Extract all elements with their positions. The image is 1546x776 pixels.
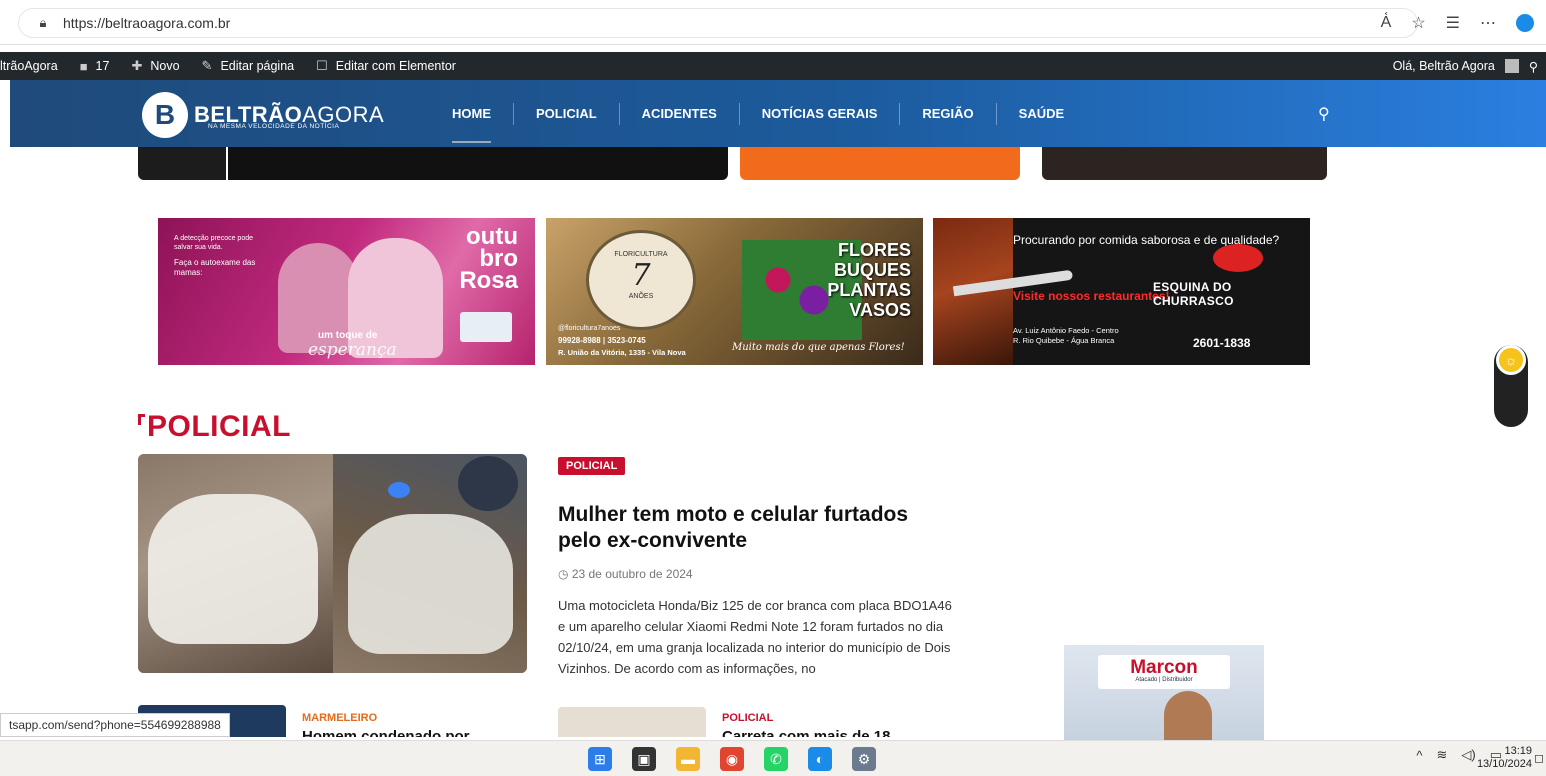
nav-policial[interactable]: POLICIAL bbox=[514, 102, 620, 125]
comment-icon: ■ bbox=[79, 58, 88, 74]
banner-seal bbox=[460, 312, 512, 342]
status-url-tooltip: tsapp.com/send?phone=554699288988 bbox=[0, 713, 230, 737]
file-explorer-icon[interactable]: ▬ bbox=[676, 747, 700, 771]
featured-post-title[interactable]: Mulher tem moto e celular furtados pelo … bbox=[558, 502, 918, 554]
post-title[interactable]: Homem condenado por bbox=[302, 726, 470, 737]
greeting-text: Olá, Beltrão Agora bbox=[1392, 59, 1495, 73]
marcon-ad[interactable]: Marcon Atacado | Distribuidor bbox=[1064, 645, 1264, 740]
nav-noticias-gerais[interactable]: NOTÍCIAS GERAIS bbox=[740, 102, 901, 125]
sun-icon: ☼ bbox=[1496, 345, 1526, 375]
whatsapp-icon[interactable]: ✆ bbox=[764, 747, 788, 771]
plus-icon: ✚ bbox=[131, 58, 143, 73]
notification-icon[interactable]: ◻ bbox=[1534, 751, 1544, 765]
pencil-icon: ✎ bbox=[201, 58, 213, 73]
clock-icon: ◷ bbox=[558, 567, 569, 581]
category-badge[interactable]: POLICIAL bbox=[558, 457, 626, 475]
motorcycle-image bbox=[148, 494, 318, 644]
address-bar[interactable]: 🔒︎ https://beltraoagora.com.br bbox=[18, 8, 1418, 38]
nav-saude[interactable]: SAÚDE bbox=[997, 103, 1087, 125]
nav-home[interactable]: HOME bbox=[430, 102, 514, 143]
featured-post-image[interactable] bbox=[138, 454, 527, 673]
site-logo[interactable]: B BELTRÃOAGORA NA MESMA VELOCIDADE DA NO… bbox=[142, 92, 384, 138]
favorite-star-icon[interactable]: ☆ bbox=[1411, 13, 1425, 33]
wifi-icon[interactable]: ≋ bbox=[1436, 747, 1447, 763]
nav-regiao[interactable]: REGIÃO bbox=[900, 102, 997, 125]
edge-icon[interactable] bbox=[1516, 14, 1534, 32]
admin-site-name[interactable]: ltrãoAgora bbox=[0, 59, 58, 73]
logo-mark: B bbox=[142, 92, 188, 138]
main-nav: HOME POLICIAL ACIDENTES NOTÍCIAS GERAIS … bbox=[430, 80, 1086, 147]
post-category[interactable]: POLICIAL bbox=[722, 712, 773, 724]
chrome-icon[interactable]: ◉ bbox=[720, 747, 744, 771]
windows-start-icon[interactable]: ⊞ bbox=[588, 747, 612, 771]
lock-icon[interactable]: 🔒︎ bbox=[35, 15, 51, 31]
dark-mode-toggle[interactable]: ☼ bbox=[1494, 345, 1528, 427]
windows-taskbar: ⊞ ▣ ▬ ◉ ✆ ◐ ⚙ ^ ≋ ◁) ▭ 13:19 13/10/2024 … bbox=[0, 740, 1546, 776]
volume-icon[interactable]: ◁) bbox=[1461, 747, 1475, 763]
elementor-link[interactable]: ☐ Editar com Elementor bbox=[316, 58, 456, 74]
logo-tagline: NA MESMA VELOCIDADE DA NOTÍCIA bbox=[208, 123, 340, 130]
banner-esquina-churrasco[interactable]: Procurando por comida saborosa e de qual… bbox=[933, 218, 1310, 365]
system-clock[interactable]: 13:19 13/10/2024 bbox=[1477, 745, 1532, 771]
section-title: POLICIAL bbox=[138, 410, 291, 444]
edit-page-link[interactable]: ✎ Editar página bbox=[202, 58, 295, 74]
site-header: B BELTRÃOAGORA NA MESMA VELOCIDADE DA NO… bbox=[10, 80, 1546, 147]
helmet-image bbox=[458, 456, 518, 511]
read-aloud-icon[interactable]: A᷾ bbox=[1381, 14, 1392, 32]
more-icon[interactable]: ⋯ bbox=[1480, 13, 1496, 33]
nav-acidentes[interactable]: ACIDENTES bbox=[620, 102, 740, 125]
search-icon[interactable]: ⚲ bbox=[1529, 59, 1538, 74]
floricultura-medal: FLORICULTURA 7 ANÕES bbox=[586, 230, 696, 330]
post-thumbnail[interactable] bbox=[558, 707, 706, 737]
elementor-icon: ☐ bbox=[316, 58, 328, 73]
post-title[interactable]: Carreta com mais de 18 bbox=[722, 726, 890, 737]
blur-mark bbox=[388, 482, 410, 498]
banner-outubro-rosa[interactable]: A detecção precoce pode salvar sua vida.… bbox=[158, 218, 535, 365]
header-search-icon[interactable]: ⚲ bbox=[1318, 104, 1330, 124]
banner-floricultura[interactable]: FLORICULTURA 7 ANÕES FLORES BUQUES PLANT… bbox=[546, 218, 923, 365]
ad-person-image bbox=[1164, 691, 1212, 740]
task-view-icon[interactable]: ▣ bbox=[632, 747, 656, 771]
grill-icon bbox=[1213, 244, 1263, 272]
post-excerpt: Uma motocicleta Honda/Biz 125 de cor bra… bbox=[558, 598, 952, 676]
wp-admin-bar: ltrãoAgora ■ 17 ✚ Novo ✎ Editar página ☐ Edi… bbox=[0, 52, 1546, 80]
url-text: https://beltraoagora.com.br bbox=[63, 15, 231, 31]
slider-card[interactable] bbox=[228, 147, 728, 180]
admin-account[interactable]: Olá, Beltrão Agora ⚲ bbox=[1393, 52, 1538, 80]
motorcycle-image bbox=[348, 514, 513, 654]
slider-card[interactable] bbox=[138, 147, 226, 180]
settings-gear-icon[interactable]: ⚙ bbox=[852, 747, 876, 771]
chevron-up-icon[interactable]: ^ bbox=[1416, 748, 1422, 763]
slider-card[interactable] bbox=[740, 147, 1020, 180]
slider-card[interactable] bbox=[1042, 147, 1327, 180]
avatar bbox=[1504, 59, 1519, 73]
browser-actions: A᷾ ☆ ☰ ⋯ bbox=[1381, 10, 1546, 36]
edge-taskbar-icon[interactable]: ◐ bbox=[808, 747, 832, 771]
marcon-logo: Marcon Atacado | Distribuidor bbox=[1098, 655, 1230, 689]
floricultura-words: FLORES BUQUES PLANTAS VASOS bbox=[827, 240, 911, 320]
browser-toolbar: 🔒︎ https://beltraoagora.com.br A᷾ ☆ ☰ ⋯ bbox=[0, 0, 1546, 45]
taskbar-apps: ⊞ ▣ ▬ ◉ ✆ ◐ ⚙ bbox=[588, 747, 876, 771]
post-category[interactable]: MARMELEIRO bbox=[302, 712, 377, 724]
post-date: ◷ 23 de outubro de 2024 bbox=[558, 567, 693, 581]
corner-decoration bbox=[138, 414, 145, 425]
comments-link[interactable]: ■ 17 bbox=[80, 59, 110, 74]
new-content-link[interactable]: ✚ Novo bbox=[131, 58, 179, 74]
favorites-icon[interactable]: ☰ bbox=[1446, 13, 1460, 33]
